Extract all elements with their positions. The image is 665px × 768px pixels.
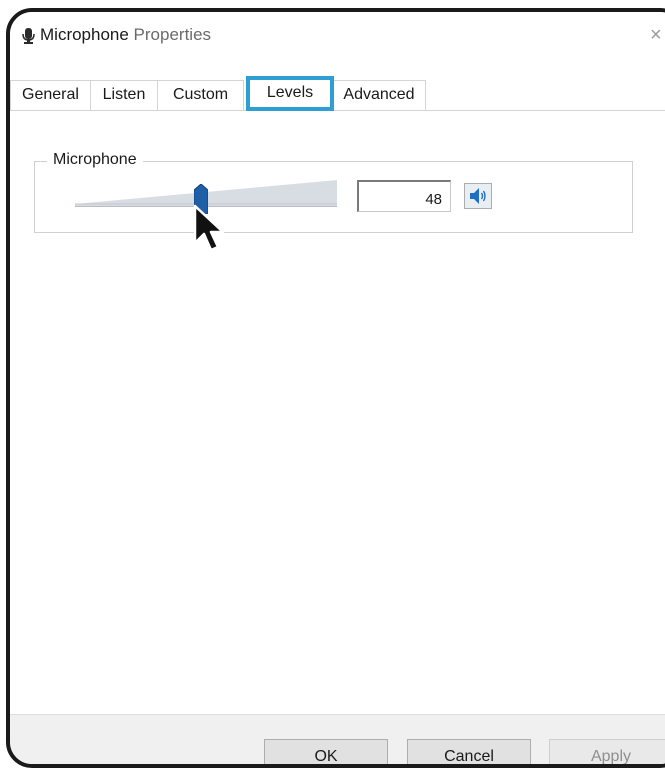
mouse-cursor-icon xyxy=(193,204,225,252)
tab-listen[interactable]: Listen xyxy=(90,80,158,110)
microphone-group: Microphone xyxy=(34,151,633,233)
window-title-main: Microphone xyxy=(40,25,129,44)
dialog-footer: OK Cancel Apply xyxy=(10,714,665,764)
close-icon[interactable]: × xyxy=(650,24,662,47)
tab-strip: General Listen Custom Levels Advanced xyxy=(10,76,665,111)
tab-general[interactable]: General xyxy=(10,80,91,110)
levels-panel: Microphone xyxy=(10,110,665,715)
dialog-window: Microphone Properties × General Listen C… xyxy=(6,8,665,768)
tab-levels[interactable]: Levels xyxy=(246,76,334,111)
speaker-icon xyxy=(470,188,486,204)
microphone-icon xyxy=(22,28,35,44)
tab-custom[interactable]: Custom xyxy=(157,80,244,110)
title-bar: Microphone Properties × xyxy=(10,12,665,58)
mute-toggle-button[interactable] xyxy=(464,183,492,209)
microphone-level-value[interactable] xyxy=(357,180,451,212)
window-title-rest: Properties xyxy=(128,25,212,44)
microphone-group-label: Microphone xyxy=(47,151,143,169)
tab-advanced[interactable]: Advanced xyxy=(332,80,426,110)
window-title: Microphone Properties xyxy=(40,25,211,45)
